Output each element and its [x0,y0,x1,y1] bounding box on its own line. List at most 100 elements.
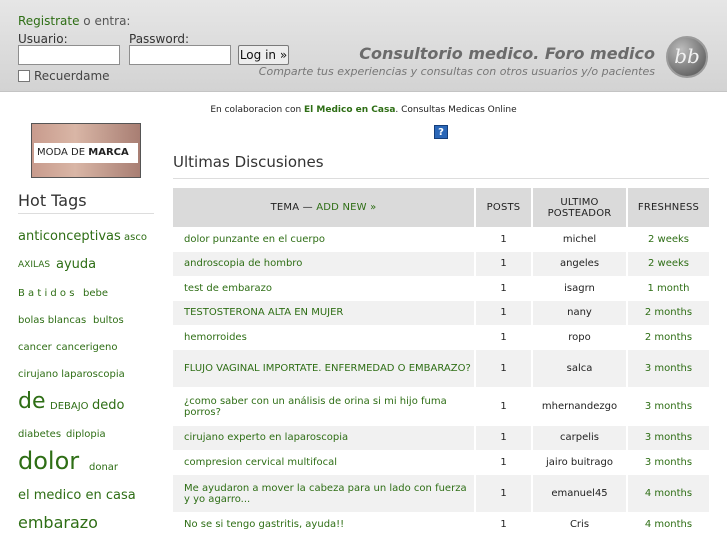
collab-link[interactable]: El Medico en Casa [304,105,395,115]
post-count: 1 [475,251,533,277]
table-row: androscopia de hombro 1 angeles 2 weeks [173,251,709,277]
site-title[interactable]: Consultorio medico. Foro medico [359,44,655,63]
post-count: 1 [475,227,533,252]
freshness-link[interactable]: 3 months [627,349,709,388]
post-count: 1 [475,349,533,388]
divider [18,213,154,214]
topic-link[interactable]: ¿como saber con un análisis de orina si … [173,387,476,426]
tag-link[interactable]: diabetes [18,429,61,440]
password-label: Password: [129,32,190,46]
tag-link[interactable]: anticonceptivas [18,229,121,244]
table-header-row: TEMA — ADD NEW » POSTS ULTIMO POSTEADOR … [173,188,709,227]
post-count: 1 [475,512,533,538]
tag-link[interactable]: B a t i d o s [18,288,74,299]
freshness-link[interactable]: 2 months [627,325,709,350]
freshness-link[interactable]: 3 months [627,387,709,426]
last-poster: michel [532,227,628,252]
last-poster: jairo buitrago [532,450,628,475]
tag-link[interactable]: cancer [18,342,52,353]
table-row: FLUJO VAGINAL IMPORTATE. ENFERMEDAD O EM… [173,349,709,388]
post-count: 1 [475,425,533,451]
username-input[interactable] [18,45,120,65]
freshness-link[interactable]: 3 months [627,450,709,475]
topic-link[interactable]: test de embarazo [173,276,476,301]
last-poster: mhernandezgo [532,387,628,426]
add-new-link[interactable]: ADD NEW » [316,202,376,213]
topic-link[interactable]: hemorroides [173,325,476,350]
last-poster: angeles [532,251,628,277]
tag-link[interactable]: bolas blancas [18,315,86,326]
banner-text-bold: MARCA [88,147,129,158]
tag-link[interactable]: ayuda [56,257,96,272]
tag-link[interactable]: dedo [92,398,124,413]
freshness-link[interactable]: 2 weeks [627,227,709,252]
freshness-link[interactable]: 3 months [627,425,709,451]
topic-link[interactable]: compresion cervical multifocal [173,450,476,475]
column-last-poster: ULTIMO POSTEADOR [532,188,628,227]
topic-link[interactable]: cirujano experto en laparoscopia [173,425,476,451]
tag-link[interactable]: bultos [93,315,124,326]
hot-tags-title: Hot Tags [18,191,87,210]
tag-link[interactable]: embarazo [18,513,98,532]
topic-link[interactable]: dolor punzante en el cuerpo [173,227,476,252]
freshness-link[interactable]: 2 months [627,300,709,326]
tag-link[interactable]: AXILAS [18,260,50,270]
help-icon[interactable]: ? [434,125,448,139]
discussions-table: TEMA — ADD NEW » POSTS ULTIMO POSTEADOR … [173,188,709,538]
post-count: 1 [475,300,533,326]
site-subtitle: Comparte tus experiencias y consultas co… [258,65,655,78]
topic-link[interactable]: No se si tengo gastritis, ayuda!! [173,512,476,538]
freshness-link[interactable]: 1 month [627,276,709,301]
post-count: 1 [475,276,533,301]
tag-link[interactable]: de [18,389,46,414]
table-row: No se si tengo gastritis, ayuda!! 1 Cris… [173,512,709,538]
table-row: TESTOSTERONA ALTA EN MUJER 1 nany 2 mont… [173,300,709,326]
password-input[interactable] [129,45,231,65]
post-count: 1 [475,325,533,350]
last-poster: emanuel45 [532,474,628,513]
topic-link[interactable]: TESTOSTERONA ALTA EN MUJER [173,300,476,326]
topic-link[interactable]: Me ayudaron a mover la cabeza para un la… [173,474,476,513]
column-posts: POSTS [475,188,533,227]
discussions-title: Ultimas Discusiones [173,153,324,171]
last-poster: Cris [532,512,628,538]
collaboration-line: En colaboracion con El Medico en Casa. C… [0,105,727,115]
tag-link[interactable]: diplopia [66,429,106,440]
tag-link[interactable]: el medico en casa [18,488,136,503]
tag-link[interactable]: DEBAJO [50,401,89,412]
banner-label: MODA DE MARCA [34,143,138,163]
table-row: ¿como saber con un análisis de orina si … [173,387,709,426]
remember-me[interactable]: Recuerdame [18,69,110,83]
last-poster: carpelis [532,425,628,451]
remember-checkbox[interactable] [18,70,30,82]
header: Registrate o entra: Usuario: Password: L… [0,0,727,92]
last-poster: isagrn [532,276,628,301]
freshness-link[interactable]: 4 months [627,474,709,513]
register-line: Registrate o entra: [18,14,130,28]
bbpress-logo[interactable]: bb [666,36,708,78]
topic-link[interactable]: androscopia de hombro [173,251,476,277]
topic-link[interactable]: FLUJO VAGINAL IMPORTATE. ENFERMEDAD O EM… [173,349,476,388]
ad-banner[interactable]: MODA DE MARCA [31,123,141,178]
tag-link[interactable]: bebe [83,288,108,299]
freshness-link[interactable]: 2 weeks [627,251,709,277]
register-suffix: o entra: [79,14,131,28]
tag-link[interactable]: cirujano laparoscopia [18,369,125,380]
tag-link[interactable]: asco [124,232,147,243]
banner-text: MODA DE [37,147,89,158]
login-button[interactable]: Log in » [238,45,289,65]
last-poster: ropo [532,325,628,350]
table-row: Me ayudaron a mover la cabeza para un la… [173,474,709,513]
column-topic: TEMA — ADD NEW » [173,188,476,227]
username-label: Usuario: [18,32,68,46]
post-count: 1 [475,474,533,513]
last-poster: nany [532,300,628,326]
tag-link[interactable]: dolor [18,447,79,475]
last-poster: salca [532,349,628,388]
freshness-link[interactable]: 4 months [627,512,709,538]
tag-link[interactable]: donar [89,462,118,473]
tag-link[interactable]: cancerigeno [56,342,117,353]
table-row: dolor punzante en el cuerpo 1 michel 2 w… [173,227,709,252]
register-link[interactable]: Registrate [18,14,79,28]
logo-text: bb [674,44,700,68]
